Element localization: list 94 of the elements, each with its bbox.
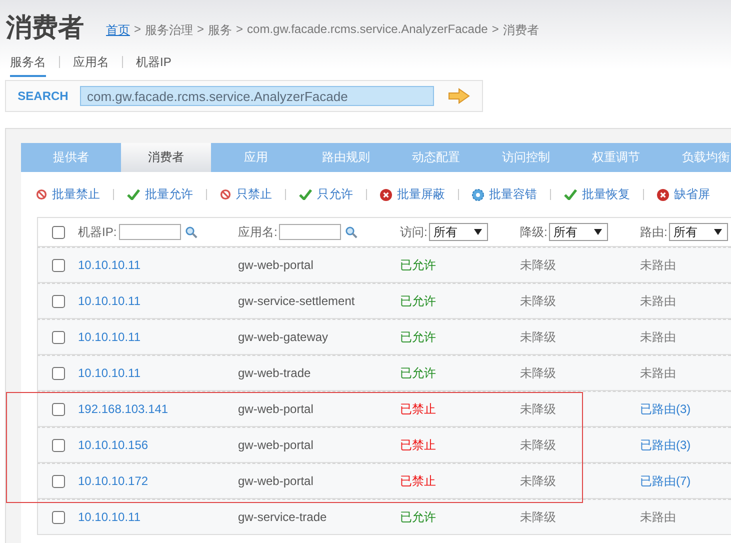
check-icon: [564, 189, 577, 200]
app-filter-field[interactable]: [279, 224, 342, 240]
breadcrumb-item: 服务治理: [145, 22, 194, 39]
ip-link[interactable]: 10.10.10.11: [78, 510, 141, 524]
degrade-status: 未降级: [520, 292, 556, 310]
action-button[interactable]: 批量容错: [472, 186, 537, 203]
app-name: gw-web-portal: [238, 438, 314, 452]
close-icon: [657, 188, 669, 200]
check-icon: [127, 189, 140, 200]
degrade-dropdown[interactable]: 所有: [549, 223, 608, 241]
access-status: 已禁止: [400, 472, 436, 490]
ban-icon: [36, 189, 47, 200]
route-status: 未路由: [640, 256, 676, 274]
row-checkbox[interactable]: [52, 438, 64, 452]
access-status: 已允许: [400, 328, 436, 346]
row-checkbox[interactable]: [52, 474, 64, 488]
route-link[interactable]: 已路由(3): [640, 436, 691, 454]
action-button[interactable]: 缺省屏: [657, 186, 710, 203]
degrade-status: 未降级: [520, 328, 556, 346]
breadcrumb-separator: >: [236, 22, 244, 38]
access-status: 已允许: [400, 364, 436, 382]
filter-label: 机器IP:: [78, 224, 117, 240]
page-title: 消费者: [6, 12, 84, 42]
degrade-status: 未降级: [520, 472, 556, 490]
search-label: SEARCH: [16, 89, 70, 103]
app-name: gw-web-portal: [238, 474, 314, 488]
access-status: 已禁止: [400, 436, 436, 454]
row-checkbox[interactable]: [52, 258, 64, 272]
row-checkbox[interactable]: [52, 510, 64, 524]
route-status: 未路由: [640, 364, 676, 382]
breadcrumb-separator: >: [197, 22, 204, 38]
row-checkbox[interactable]: [52, 366, 64, 380]
degrade-status: 未降级: [520, 400, 556, 418]
arrow-right-icon[interactable]: [448, 88, 470, 104]
select-all-checkbox[interactable]: [52, 226, 64, 238]
close-icon: [380, 188, 392, 200]
breadcrumb-item: 消费者: [502, 22, 539, 39]
row-checkbox[interactable]: [52, 294, 64, 308]
action-button[interactable]: 批量恢复: [564, 186, 630, 203]
route-status: 未路由: [640, 292, 676, 310]
access-status: 已允许: [400, 292, 436, 310]
ip-link[interactable]: 10.10.10.11: [78, 366, 141, 380]
search-icon[interactable]: [184, 226, 198, 238]
row-checkbox[interactable]: [52, 330, 64, 344]
tab[interactable]: 消费者: [121, 143, 211, 172]
action-button[interactable]: 批量禁止: [36, 186, 100, 203]
app-name: gw-service-settlement: [238, 294, 355, 308]
access-status: 已允许: [400, 256, 436, 274]
check-icon: [299, 189, 312, 200]
ip-link[interactable]: 10.10.10.156: [78, 438, 148, 452]
ban-icon: [220, 189, 231, 200]
degrade-status: 未降级: [520, 508, 556, 526]
action-button[interactable]: 批量屏蔽: [380, 186, 445, 203]
action-button[interactable]: 只禁止: [220, 186, 272, 203]
ip-link[interactable]: 10.10.10.11: [78, 330, 141, 344]
breadcrumb-separator: >: [492, 22, 499, 38]
search-mode-tab[interactable]: 机器IP: [136, 54, 172, 76]
filter-label: 应用名:: [238, 224, 278, 240]
ip-link[interactable]: 10.10.10.172: [78, 474, 148, 488]
breadcrumb-item: 服务: [208, 22, 232, 39]
app-name: gw-web-gateway: [238, 330, 328, 344]
app-name: gw-service-trade: [238, 510, 327, 524]
app-name: gw-web-portal: [238, 402, 314, 416]
route-status: 未路由: [640, 328, 676, 346]
route-link[interactable]: 已路由(3): [640, 400, 691, 418]
route-dropdown[interactable]: 所有: [669, 223, 728, 241]
ip-link[interactable]: 192.168.103.141: [78, 402, 168, 416]
ip-link[interactable]: 10.10.10.11: [78, 258, 141, 272]
action-button[interactable]: 只允许: [299, 186, 353, 203]
degrade-status: 未降级: [520, 256, 556, 274]
app-name: gw-web-trade: [238, 366, 311, 380]
search-mode-tab[interactable]: 服务名: [10, 54, 46, 76]
filter-label: 路由:: [640, 224, 668, 240]
breadcrumb-separator: >: [134, 22, 142, 38]
gear-icon: [472, 188, 484, 200]
breadcrumb-item: com.gw.facade.rcms.service.AnalyzerFacade: [247, 22, 488, 38]
access-status: 已禁止: [400, 400, 436, 418]
access-dropdown[interactable]: 所有: [429, 223, 488, 241]
row-checkbox[interactable]: [52, 402, 64, 416]
breadcrumb-link[interactable]: 首页: [106, 22, 130, 39]
route-status: 未路由: [640, 508, 676, 526]
route-link[interactable]: 已路由(7): [640, 472, 691, 490]
degrade-status: 未降级: [520, 436, 556, 454]
search-mode-tab[interactable]: 应用名: [73, 54, 109, 76]
filter-label: 降级:: [520, 224, 548, 240]
ip-filter-field[interactable]: [118, 224, 181, 240]
search-icon[interactable]: [345, 226, 358, 238]
ip-link[interactable]: 10.10.10.11: [78, 294, 141, 308]
filter-label: 访问:: [400, 224, 428, 240]
search-field[interactable]: com.gw.facade.rcms.service.AnalyzerFacade: [80, 86, 434, 106]
access-status: 已允许: [400, 508, 436, 526]
action-button[interactable]: 批量允许: [127, 186, 193, 203]
app-name: gw-web-portal: [238, 258, 314, 272]
degrade-status: 未降级: [520, 364, 556, 382]
